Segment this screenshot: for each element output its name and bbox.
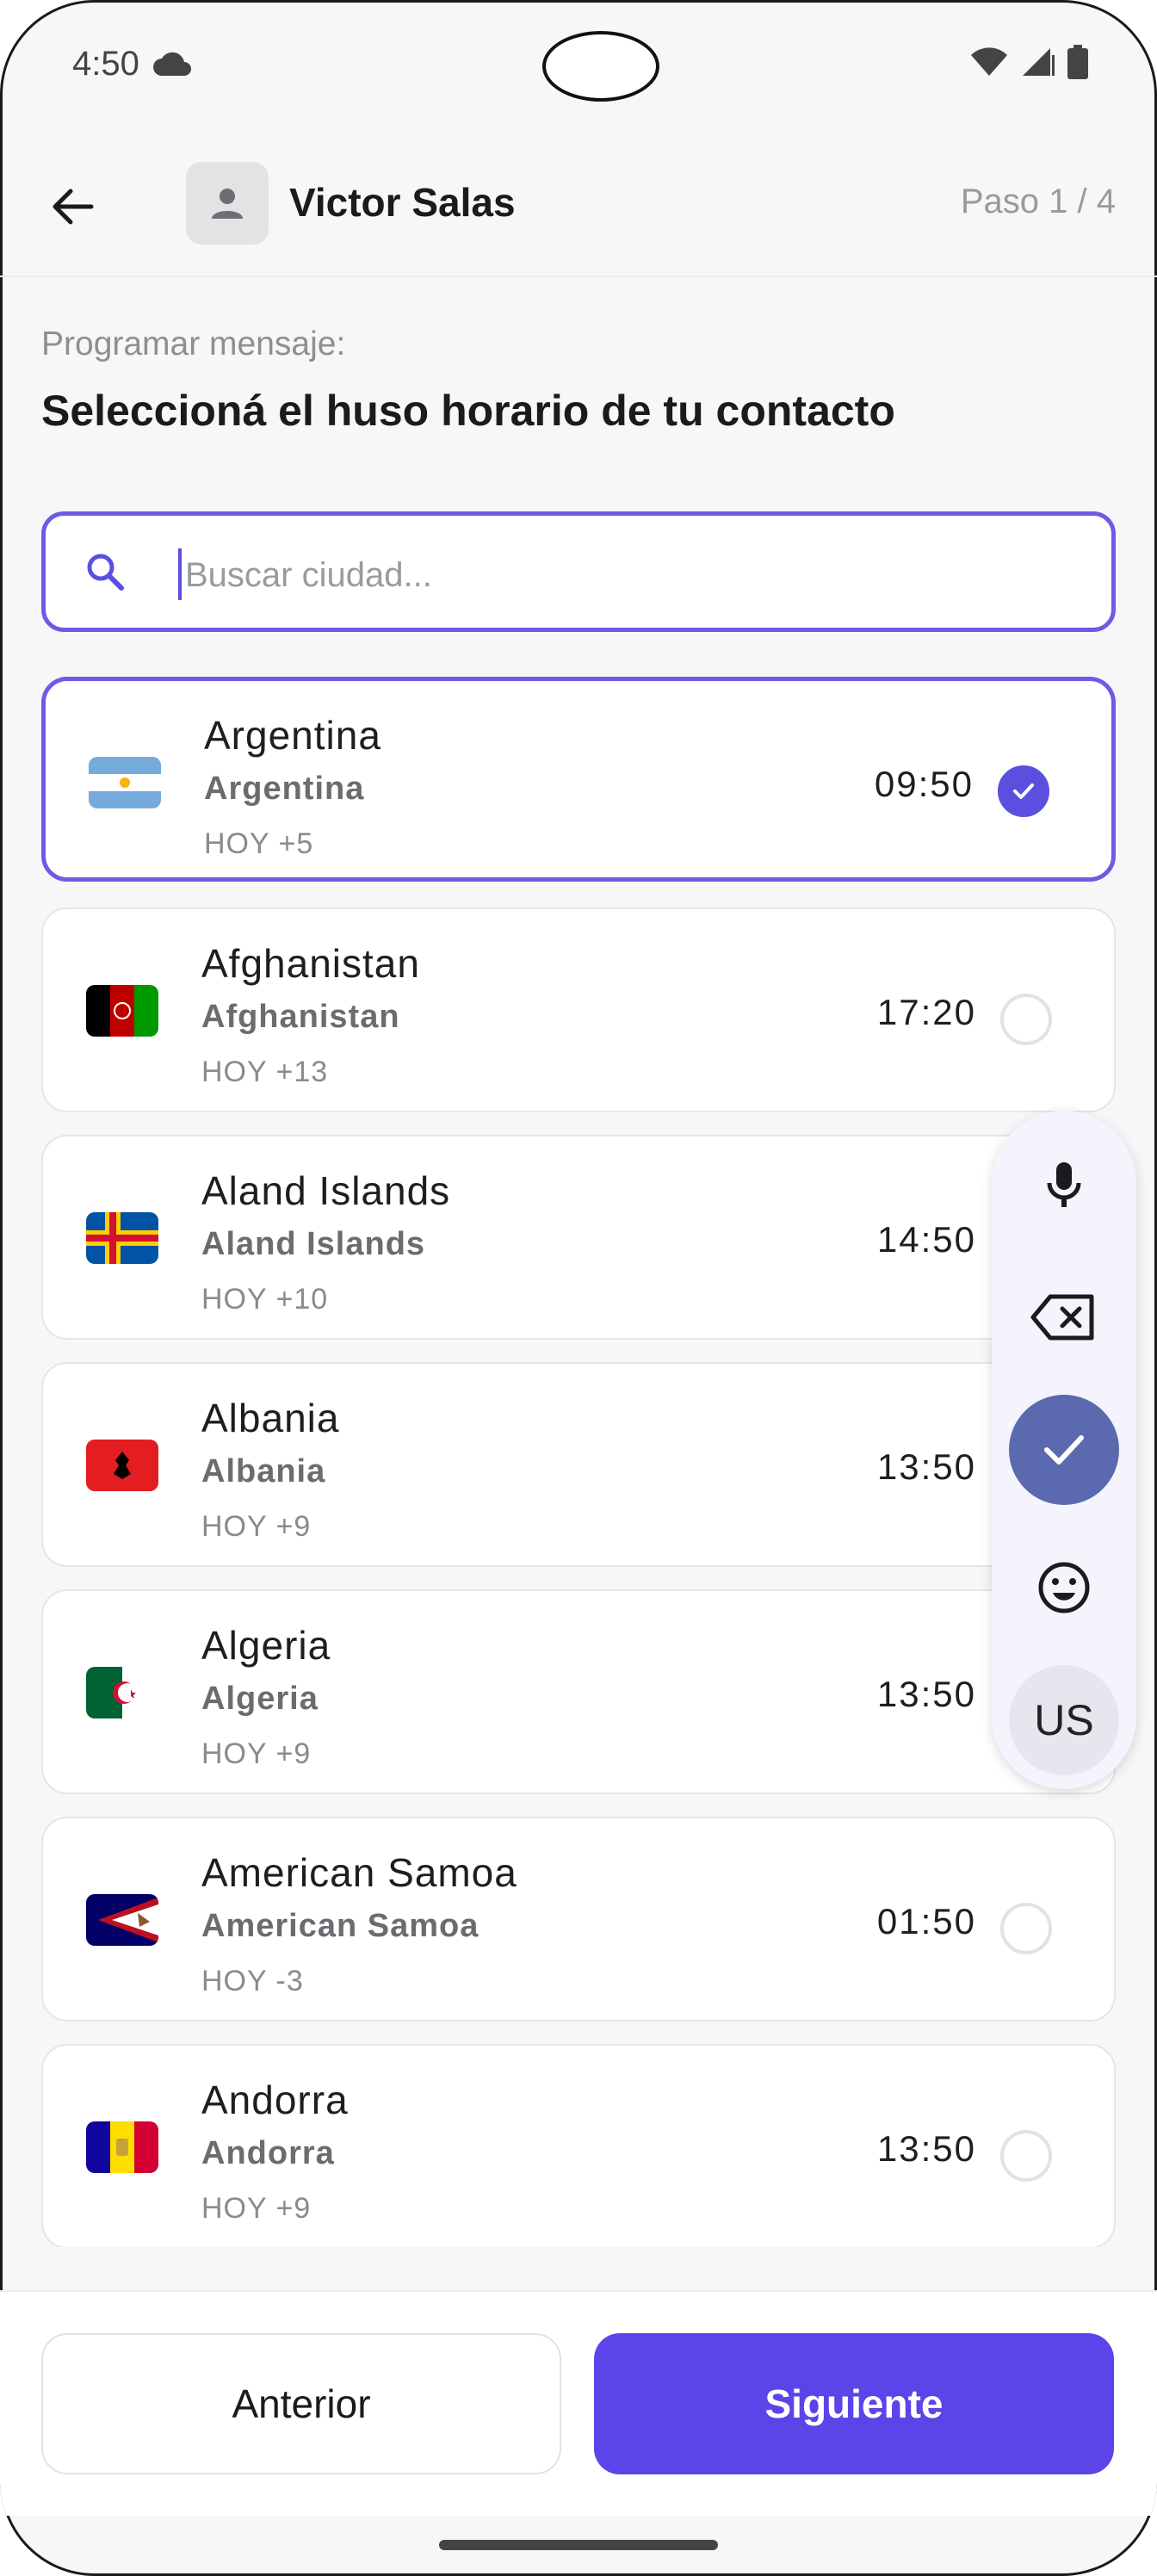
country-subtitle: Aland Islands: [201, 1226, 426, 1262]
search-icon: [84, 550, 128, 599]
flag-american-samoa-icon: [86, 1894, 158, 1946]
search-input[interactable]: [183, 542, 1048, 609]
country-card-afghanistan[interactable]: Afghanistan Afghanistan HOY +13 17:20: [41, 907, 1116, 1112]
time-offset: HOY +13: [201, 1056, 329, 1088]
country-subtitle: Albania: [201, 1453, 326, 1489]
country-list[interactable]: Argentina Argentina HOY +5 09:50 Afghani…: [0, 672, 1157, 2247]
check-icon: [1044, 1435, 1084, 1464]
select-radio[interactable]: [998, 765, 1049, 817]
flag-albania-icon: [86, 1440, 158, 1491]
mic-button[interactable]: [1009, 1130, 1119, 1240]
select-radio[interactable]: [1000, 1903, 1052, 1954]
time-offset: HOY +9: [201, 1510, 312, 1543]
country-name: Aland Islands: [201, 1168, 451, 1213]
home-indicator[interactable]: [439, 2540, 718, 2550]
local-time: 13:50: [876, 1446, 976, 1487]
next-button[interactable]: Siguiente: [594, 2333, 1114, 2474]
local-time: 13:50: [876, 2128, 976, 2169]
local-time: 14:50: [876, 1219, 976, 1260]
backspace-icon: [1030, 1294, 1094, 1341]
time-offset: HOY +9: [201, 1737, 312, 1770]
previous-button[interactable]: Anterior: [41, 2333, 561, 2474]
time-offset: HOY +10: [201, 1283, 329, 1316]
country-subtitle: Andorra: [201, 2135, 335, 2171]
country-card-aland-islands[interactable]: Aland Islands Aland Islands HOY +10 14:5…: [41, 1135, 1116, 1340]
text-caret: [178, 548, 182, 600]
phone-screen: 4:50 Victor Salas Paso 1 / 4 Programar m…: [0, 0, 1157, 2576]
flag-algeria-icon: [86, 1667, 158, 1718]
page-title: Seleccioná el huso horario de tu contact…: [41, 387, 895, 435]
contact-name: Victor Salas: [289, 180, 516, 225]
local-time: 09:50: [874, 764, 974, 804]
country-name: American Samoa: [201, 1850, 517, 1895]
back-button[interactable]: [41, 176, 103, 238]
mic-icon: [1047, 1162, 1081, 1207]
arrow-left-icon: [53, 189, 94, 225]
emoji-icon: [1038, 1562, 1090, 1613]
status-time: 4:50: [72, 45, 139, 83]
step-indicator: Paso 1 / 4: [960, 183, 1116, 220]
country-name: Andorra: [201, 2078, 349, 2122]
app-header: Victor Salas Paso 1 / 4: [0, 129, 1157, 277]
select-radio[interactable]: [1000, 2130, 1052, 2182]
search-box[interactable]: [41, 511, 1116, 632]
flag-argentina-icon: [89, 757, 161, 808]
country-card-argentina[interactable]: Argentina Argentina HOY +5 09:50: [41, 677, 1116, 882]
emoji-button[interactable]: [1009, 1533, 1119, 1643]
check-icon: [1013, 783, 1034, 799]
person-icon: [212, 189, 243, 219]
subtitle: Programar mensaje:: [41, 325, 346, 362]
local-time: 17:20: [876, 992, 976, 1032]
select-radio[interactable]: [1000, 994, 1052, 1045]
status-bar: 4:50: [0, 0, 1157, 129]
country-name: Albania: [201, 1396, 340, 1440]
time-offset: HOY +5: [204, 827, 314, 860]
time-offset: HOY +9: [201, 2192, 312, 2225]
camera-cutout: [542, 31, 659, 102]
country-card-american-samoa[interactable]: American Samoa American Samoa HOY -3 01:…: [41, 1817, 1116, 2022]
flag-aland-icon: [86, 1212, 158, 1264]
battery-icon: [1067, 45, 1088, 84]
country-subtitle: Afghanistan: [201, 999, 400, 1035]
country-card-andorra[interactable]: Andorra Andorra HOY +9 13:50: [41, 2044, 1116, 2247]
flag-afghanistan-icon: [86, 985, 158, 1037]
flag-andorra-icon: [86, 2121, 158, 2173]
signal-icon: [1021, 46, 1055, 82]
time-offset: HOY -3: [201, 1965, 304, 1997]
local-time: 13:50: [876, 1674, 976, 1714]
local-time: 01:50: [876, 1901, 976, 1941]
country-subtitle: American Samoa: [201, 1908, 480, 1944]
country-name: Argentina: [204, 713, 381, 758]
country-card-algeria[interactable]: Algeria Algeria HOY +9 13:50: [41, 1589, 1116, 1794]
wifi-icon: [969, 46, 1009, 82]
country-name: Algeria: [201, 1623, 331, 1668]
language-button[interactable]: US: [1009, 1665, 1119, 1775]
bottom-bar: Anterior Siguiente: [0, 2290, 1157, 2516]
backspace-button[interactable]: [1009, 1262, 1119, 1372]
country-subtitle: Algeria: [201, 1681, 319, 1717]
country-card-albania[interactable]: Albania Albania HOY +9 13:50: [41, 1362, 1116, 1567]
country-name: Afghanistan: [201, 941, 420, 986]
cloud-icon: [152, 52, 193, 82]
keyboard-toolbar: US: [992, 1111, 1136, 1789]
country-subtitle: Argentina: [204, 771, 365, 807]
avatar: [186, 162, 269, 245]
confirm-button[interactable]: [1009, 1395, 1119, 1505]
